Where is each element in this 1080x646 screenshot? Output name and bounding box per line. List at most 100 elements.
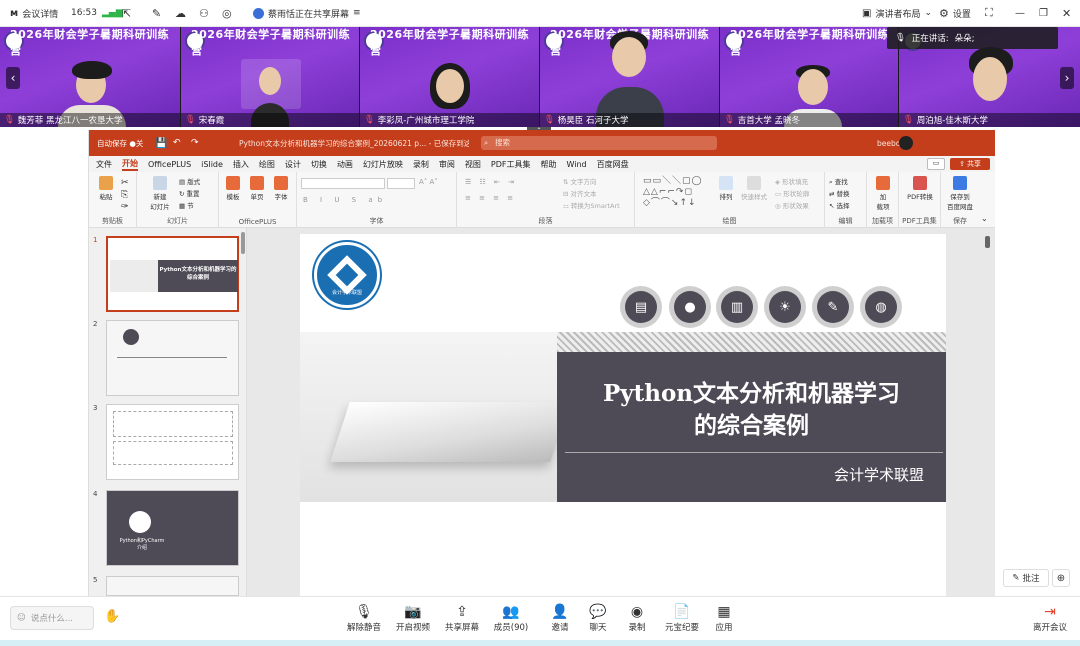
popout-icon[interactable]: ⇱ [122, 7, 131, 20]
find-button[interactable]: ⌕ 查找 [829, 176, 848, 187]
slide-thumbnail-1[interactable]: Python文本分析和机器学习的综合案例 [106, 236, 239, 312]
ribbon-collapse-icon[interactable]: ⌄ [981, 214, 988, 223]
close-icon[interactable]: ✕ [1062, 7, 1071, 20]
share-screen-button[interactable]: ⇪ 共享屏幕 [442, 603, 482, 633]
sharing-notice[interactable]: 蔡雨恬正在共享屏幕 ≡ [253, 7, 361, 20]
video-tile[interactable]: 2026年财会学子暑期科研训练营 🎙 宋春霞 [181, 27, 359, 127]
cloud-icon[interactable]: ☁ [175, 7, 186, 20]
layout-menu[interactable]: ▤ 版式 [179, 176, 200, 186]
copy-icon[interactable]: ⎘ [121, 190, 128, 200]
members-button[interactable]: 👥 成员(90) [491, 603, 531, 633]
search-box[interactable]: ⌕ 搜索 [481, 136, 717, 150]
pdf-convert-button[interactable]: PDF转换 [903, 176, 937, 201]
menu-item[interactable]: Wind [567, 160, 587, 169]
replace-button[interactable]: ⇄ 替换 [829, 188, 850, 198]
video-tile[interactable]: 2026年财会学子暑期科研训练营 🎙 魏芳菲 黑龙江八一农垦大学 [0, 27, 180, 127]
font-style-icons[interactable]: B I U S ab [303, 196, 387, 204]
avatar[interactable] [899, 136, 913, 150]
video-tile[interactable]: 2026年财会学子暑期科研训练营 🎙 杨昊臣 石河子大学 [540, 27, 719, 127]
align-icons[interactable]: ≡ ≡ ≡ ≡ [465, 194, 516, 202]
thumb-scrollbar[interactable] [241, 232, 245, 254]
next-arrow-icon[interactable]: › [1060, 67, 1074, 89]
meeting-notes-button[interactable]: 📄 元宝纪要 [662, 603, 702, 633]
comment-icon[interactable]: ▭ [927, 158, 945, 170]
menu-item[interactable]: 审阅 [439, 159, 455, 170]
video-tile[interactable]: 2026年财会学子暑期科研训练营 🎙 吉首大学 孟晓冬 [720, 27, 898, 127]
settings-button[interactable]: ⚙ 设置 [939, 7, 971, 20]
slide-thumbnail-3[interactable] [106, 404, 239, 480]
menu-item[interactable]: 设计 [285, 159, 301, 170]
slide-thumbnail-4[interactable]: Python和PyCharm介绍 [106, 490, 239, 566]
hidden-eye-icon[interactable]: ◎ [222, 7, 232, 20]
arrange-button[interactable]: 排列 [717, 176, 735, 201]
reset-menu[interactable]: ↻ 重置 [179, 188, 200, 198]
comment-button[interactable]: ✎ 批注 [1003, 569, 1049, 587]
text-direction-menu[interactable]: ⇅ 文字方向 [563, 176, 597, 186]
menu-item[interactable]: 百度网盘 [597, 159, 629, 170]
font-size-select[interactable] [387, 178, 415, 189]
menu-item[interactable]: PDF工具集 [491, 159, 531, 170]
shape-outline-menu[interactable]: ▭ 形状轮廓 [775, 188, 809, 198]
raise-hand-icon[interactable]: ✋ [104, 609, 120, 624]
shapes-gallery[interactable]: ▭▭＼＼▢◯ △△⌐⌐↷◻ ◇⌒⌒↘↑↓ [643, 176, 703, 209]
shape-fill-menu[interactable]: ◈ 形状填充 [775, 176, 808, 186]
people-icon[interactable]: ⚇ [199, 7, 209, 20]
menu-item[interactable]: OfficePLUS [148, 160, 191, 169]
menu-item[interactable]: 幻灯片放映 [363, 159, 403, 170]
single-page-button[interactable]: 单页 [247, 176, 267, 201]
paste-button[interactable]: 粘贴 [95, 176, 117, 201]
share-button[interactable]: ⇪ 共享 [950, 158, 990, 170]
chat-input[interactable]: ☺ 说点什么... [10, 606, 94, 630]
font-button[interactable]: 字体 [271, 176, 291, 201]
menu-item[interactable]: 视图 [465, 159, 481, 170]
list-icons[interactable]: ☰ ☷ ⇤ ⇥ [465, 178, 517, 186]
prev-arrow-icon[interactable]: ‹ [6, 67, 20, 89]
menu-item[interactable]: 动画 [337, 159, 353, 170]
no-edit-icon[interactable]: ✎ [152, 7, 161, 20]
select-button[interactable]: ↖ 选择 [829, 200, 850, 210]
quick-styles-button[interactable]: 快速样式 [739, 176, 769, 201]
slide-thumbnail-5[interactable] [106, 576, 239, 596]
signal-icon[interactable]: ▂▄▆ [102, 8, 123, 18]
invite-button[interactable]: 👤 邀请 [540, 603, 580, 633]
undo-icon[interactable]: ↶ [173, 138, 181, 148]
meeting-details-button[interactable]: ᴍ 会议详情 [10, 7, 58, 20]
menu-item[interactable]: 录制 [413, 159, 429, 170]
fullscreen-icon[interactable]: ⛶ [985, 6, 993, 20]
smartart-menu[interactable]: ⚏ 转换为SmartArt [563, 200, 620, 210]
cut-icon[interactable]: ✂ [121, 178, 129, 188]
template-button[interactable]: 模板 [223, 176, 243, 201]
unmute-button[interactable]: 🎙 解除静音 [344, 603, 384, 633]
apps-button[interactable]: ▦ 应用 [704, 603, 744, 633]
menu-item[interactable]: 开始 [122, 158, 138, 171]
chat-button[interactable]: 💬 聊天 [578, 603, 618, 633]
autosave-toggle[interactable]: 自动保存 ●关 [97, 138, 143, 149]
minimize-icon[interactable]: — [1015, 8, 1025, 19]
addins-button[interactable]: 加 载项 [871, 176, 895, 211]
menu-item[interactable]: 绘图 [259, 159, 275, 170]
section-menu[interactable]: ▦ 节 [179, 200, 194, 210]
new-slide-button[interactable]: 新建 幻灯片 [147, 176, 173, 211]
menu-item[interactable]: iSlide [201, 160, 223, 169]
zoom-icon[interactable]: ⊕ [1052, 569, 1070, 587]
grow-font-icon[interactable]: A˄ A˅ [419, 178, 438, 186]
font-family-select[interactable] [301, 178, 385, 189]
layout-button[interactable]: ▣ 演讲者布局 ⌄ [862, 7, 932, 20]
menu-item[interactable]: 切换 [311, 159, 327, 170]
shape-effects-menu[interactable]: ◎ 形状效果 [775, 200, 809, 210]
video-tile[interactable]: 2026年财会学子暑期科研训练营 🎙 李彩凤-广州城市理工学院 [360, 27, 539, 127]
format-painter-icon[interactable]: ✑ [121, 202, 129, 212]
start-video-button[interactable]: 📷 开启视频 [393, 603, 433, 633]
align-text-menu[interactable]: ⊟ 对齐文本 [563, 188, 597, 198]
redo-icon[interactable]: ↷ [191, 138, 199, 148]
restore-icon[interactable]: ❐ [1039, 8, 1048, 19]
menu-item[interactable]: 插入 [233, 159, 249, 170]
menu-item[interactable]: 文件 [96, 159, 112, 170]
save-baidu-button[interactable]: 保存到 百度网盘 [943, 176, 977, 211]
save-icon[interactable]: 💾 [155, 138, 167, 149]
menu-item[interactable]: 帮助 [541, 159, 557, 170]
canvas-scrollbar[interactable] [985, 236, 990, 248]
record-button[interactable]: ◉ 录制 [617, 603, 657, 633]
leave-meeting-button[interactable]: ⇥ 离开会议 [1030, 603, 1070, 633]
slide-thumbnail-2[interactable] [106, 320, 239, 396]
